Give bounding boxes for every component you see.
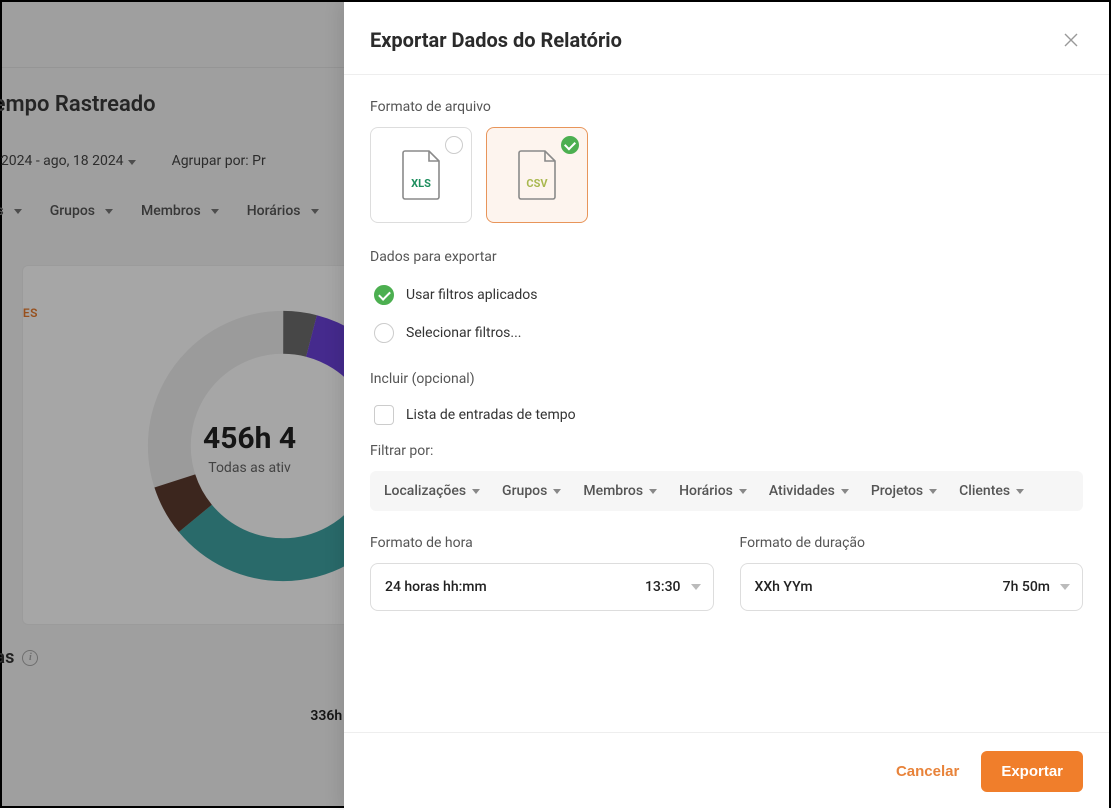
- file-format-label: Formato de arquivo: [370, 99, 1083, 115]
- duration-format-select[interactable]: XXh YYm 7h 50m: [740, 563, 1084, 611]
- filter-chip-projects[interactable]: Projetos: [871, 483, 937, 499]
- chevron-down-icon: [691, 584, 701, 590]
- xls-file-icon: XLS: [399, 149, 443, 201]
- radio-unchecked-icon: [445, 136, 463, 154]
- export-button[interactable]: Exportar: [981, 751, 1083, 792]
- svg-text:XLS: XLS: [411, 177, 431, 190]
- radio-use-applied-filters[interactable]: Usar filtros aplicados: [370, 277, 1083, 315]
- include-label: Incluir (opcional): [370, 371, 1083, 387]
- checkbox-unchecked-icon: [374, 405, 394, 425]
- filter-chip-locations[interactable]: Localizações: [384, 483, 480, 499]
- svg-text:CSV: CSV: [526, 177, 548, 190]
- chevron-down-icon: [1060, 584, 1070, 590]
- filter-chip-activities[interactable]: Atividades: [769, 483, 849, 499]
- radio-label: Usar filtros aplicados: [406, 287, 538, 303]
- modal-title: Exportar Dados do Relatório: [370, 28, 622, 52]
- csv-file-icon: CSV: [515, 149, 559, 201]
- radio-unchecked-icon: [374, 323, 394, 343]
- checkbox-time-entries[interactable]: Lista de entradas de tempo: [370, 399, 1083, 443]
- format-option-csv[interactable]: CSV: [486, 127, 588, 223]
- radio-checked-icon: [374, 285, 394, 305]
- export-modal: Exportar Dados do Relatório Formato de a…: [344, 2, 1109, 810]
- select-example: 7h 50m: [1003, 579, 1050, 595]
- filter-chip-schedules[interactable]: Horários: [679, 483, 747, 499]
- filter-chip-groups[interactable]: Grupos: [502, 483, 561, 499]
- radio-label: Selecionar filtros...: [406, 325, 521, 341]
- cancel-button[interactable]: Cancelar: [896, 763, 959, 780]
- filter-bar: Localizações Grupos Membros Horários Ati…: [370, 471, 1083, 511]
- checkbox-label: Lista de entradas de tempo: [406, 407, 576, 423]
- radio-checked-icon: [561, 136, 579, 154]
- time-format-select[interactable]: 24 horas hh:mm 13:30: [370, 563, 714, 611]
- radio-select-filters[interactable]: Selecionar filtros...: [370, 315, 1083, 353]
- time-format-label: Formato de hora: [370, 535, 714, 551]
- filter-by-label: Filtrar por:: [370, 443, 1083, 459]
- data-export-label: Dados para exportar: [370, 249, 1083, 265]
- select-value: XXh YYm: [755, 579, 813, 595]
- duration-format-label: Formato de duração: [740, 535, 1084, 551]
- filter-chip-members[interactable]: Membros: [583, 483, 657, 499]
- filter-chip-clients[interactable]: Clientes: [959, 483, 1024, 499]
- close-icon[interactable]: [1059, 28, 1083, 52]
- select-value: 24 horas hh:mm: [385, 579, 487, 595]
- select-example: 13:30: [645, 579, 681, 595]
- format-option-xls[interactable]: XLS: [370, 127, 472, 223]
